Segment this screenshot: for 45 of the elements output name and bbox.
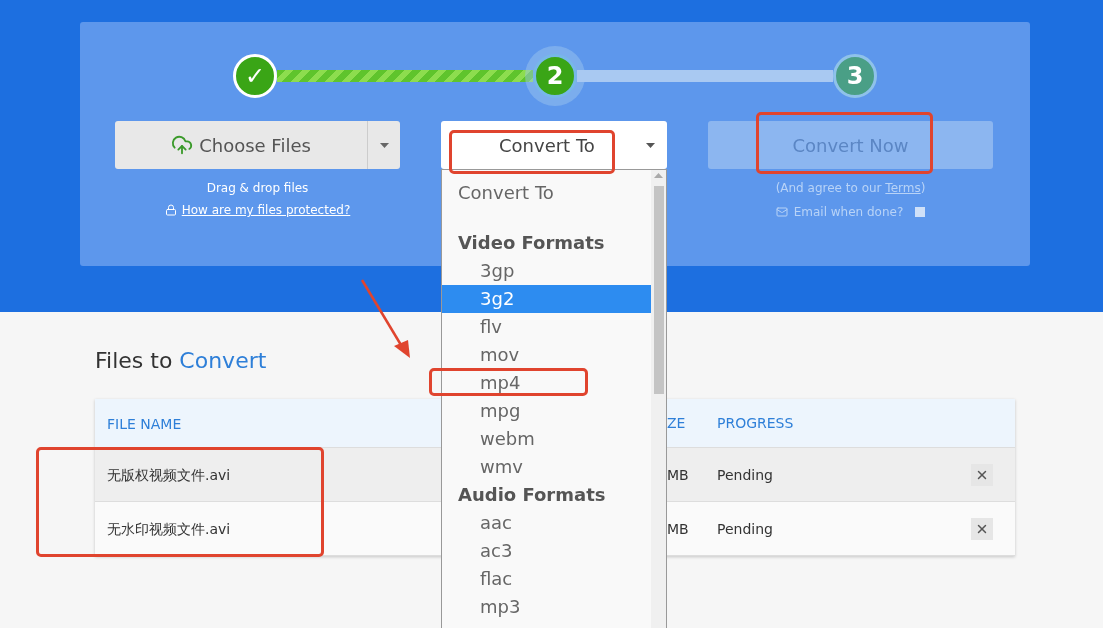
cloud-upload-icon bbox=[171, 134, 194, 156]
file-name: 无水印视频文件.avi bbox=[107, 520, 231, 537]
dropdown-toggle[interactable] bbox=[367, 121, 400, 169]
select-value: Convert To bbox=[499, 134, 595, 156]
lock-icon bbox=[164, 204, 177, 216]
protection-link[interactable]: How are my files protected? bbox=[181, 203, 351, 217]
drag-drop-hint: Drag & drop files bbox=[206, 181, 309, 195]
file-size: MB bbox=[667, 520, 690, 537]
scroll-up-icon bbox=[654, 173, 663, 178]
column-header: PROGRESS bbox=[716, 415, 795, 431]
progress-status: Pending bbox=[716, 520, 774, 537]
remove-button[interactable] bbox=[971, 517, 993, 540]
terms-note: (And agree to our Terms) bbox=[775, 181, 926, 195]
column-header: FILE NAME bbox=[107, 415, 182, 432]
caret-icon bbox=[646, 142, 655, 148]
format-option[interactable]: 3gp bbox=[442, 257, 651, 285]
file-name: 无版权视频文件.avi bbox=[107, 466, 231, 483]
column-header: ZE bbox=[667, 415, 687, 431]
caret-icon bbox=[379, 142, 389, 148]
format-option[interactable]: mov bbox=[442, 341, 651, 369]
mail-icon bbox=[775, 206, 788, 218]
format-option[interactable]: wmv bbox=[442, 453, 651, 481]
email-label: Email when done? bbox=[793, 205, 904, 219]
section-title: Files to Convert bbox=[95, 348, 267, 373]
group-heading: Audio Formats bbox=[457, 483, 607, 507]
step-circle: 3 bbox=[833, 54, 877, 98]
scroll-thumb[interactable] bbox=[653, 186, 664, 394]
format-option[interactable]: Convert To bbox=[442, 179, 651, 207]
format-option[interactable]: mp3 bbox=[442, 593, 651, 621]
group-heading: Video Formats bbox=[457, 231, 606, 255]
file-size: MB bbox=[667, 466, 690, 483]
format-option[interactable]: flv bbox=[442, 313, 651, 341]
format-option[interactable]: ac3 bbox=[442, 537, 651, 565]
progress-status: Pending bbox=[716, 466, 774, 483]
format-option[interactable]: webm bbox=[442, 425, 651, 453]
format-option[interactable]: flac bbox=[442, 565, 651, 593]
step-circle: 2 bbox=[533, 54, 577, 98]
step-circle: ✓ bbox=[233, 54, 277, 98]
convert-to-select[interactable]: Convert To bbox=[441, 121, 667, 169]
remove-button[interactable] bbox=[971, 463, 993, 486]
format-option[interactable]: mpg bbox=[442, 397, 651, 425]
choose-files-button[interactable]: Choose Files bbox=[115, 121, 367, 169]
format-option[interactable]: 3g2 bbox=[442, 285, 651, 313]
format-option[interactable]: mp4 bbox=[442, 369, 651, 397]
format-option[interactable]: aac bbox=[442, 509, 651, 537]
